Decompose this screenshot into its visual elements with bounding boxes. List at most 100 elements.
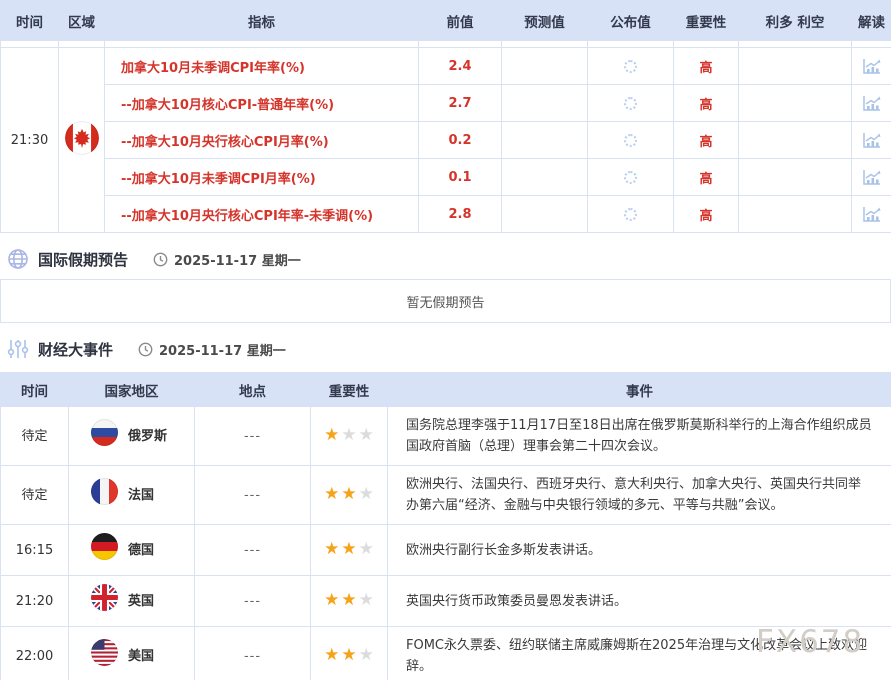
indicator-cell[interactable]: --加拿大10月央行核心CPI月率(%) [105, 122, 419, 159]
column-header: 时间 [1, 373, 69, 407]
loading-spinner-icon [624, 97, 637, 110]
interpret-cell[interactable] [852, 196, 891, 233]
event-location: --- [195, 407, 311, 466]
indicator-name: --加拿大10月央行核心CPI月率(%) [121, 135, 329, 150]
holiday-section-title: 国际假期预告 [38, 249, 128, 270]
importance-stars: ★★★ [311, 627, 388, 680]
bull-bear-value [739, 48, 852, 85]
bull-bear-value [739, 159, 852, 196]
calendar-row: --加拿大10月央行核心CPI月率(%) 0.2 高 [1, 122, 891, 159]
event-time: 待定 [1, 466, 69, 525]
forecast-value [502, 196, 588, 233]
events-date: 2025-11-17 星期一 [138, 340, 286, 359]
importance-stars: ★★★ [311, 407, 388, 466]
event-time: 21:20 [1, 576, 69, 627]
calendar-row: --加拿大10月央行核心CPI年率-未季调(%) 2.8 高 [1, 196, 891, 233]
column-header: 区域 [59, 1, 105, 41]
fr-flag-icon [91, 478, 118, 505]
column-header: 事件 [388, 373, 891, 407]
previous-value: 0.2 [419, 122, 502, 159]
calendar-row: --加拿大10月核心CPI-普通年率(%) 2.7 高 [1, 85, 891, 122]
globe-icon [7, 248, 29, 270]
bull-bear-value [739, 122, 852, 159]
bull-bear-value [739, 196, 852, 233]
importance-stars: ★★★ [311, 576, 388, 627]
importance-star-icon: ★ [324, 645, 339, 665]
interpret-chart-icon[interactable] [862, 169, 882, 186]
event-row: 22:00 美国 --- ★★★ FOMC永久票委、纽约联储主席威廉姆斯在202… [1, 627, 891, 680]
interpret-cell[interactable] [852, 159, 891, 196]
importance-star-icon: ★ [341, 645, 356, 665]
forecast-value [502, 85, 588, 122]
release-time: 21:30 [1, 48, 59, 233]
clipped-row [1, 41, 891, 48]
de-flag-icon [91, 533, 118, 560]
indicator-name: 加拿大10月未季调CPI年率(%) [121, 61, 305, 76]
canada-flag-icon [65, 121, 99, 155]
importance-star-icon: ★ [341, 539, 356, 559]
holiday-date: 2025-11-17 星期一 [153, 250, 301, 269]
event-description: 国务院总理李强于11月17日至18日出席在俄罗斯莫斯科举行的上海合作组织成员国政… [388, 407, 891, 466]
importance-star-icon: ★ [324, 590, 339, 610]
event-row: 21:20 英国 --- ★★★ 英国央行货币政策委员曼恩发表讲话。 [1, 576, 891, 627]
importance-value: 高 [674, 122, 739, 159]
importance-value: 高 [674, 48, 739, 85]
country-name: 美国 [128, 646, 154, 667]
interpret-cell[interactable] [852, 85, 891, 122]
event-description: FOMC永久票委、纽约联储主席威廉姆斯在2025年治理与文化改革会议上致欢迎辞。 [388, 627, 891, 680]
event-location: --- [195, 525, 311, 576]
events-header-row: 时间国家地区地点重要性事件 [1, 373, 891, 407]
events-section-header: 财经大事件 2025-11-17 星期一 [0, 337, 891, 361]
holiday-section-header: 国际假期预告 2025-11-17 星期一 [0, 247, 891, 271]
event-country-cell: 俄罗斯 [69, 407, 195, 466]
country-name: 俄罗斯 [128, 426, 167, 447]
country-flag [91, 478, 118, 512]
event-description: 英国央行货币政策委员曼恩发表讲话。 [388, 576, 891, 627]
importance-value: 高 [674, 159, 739, 196]
event-country-cell: 法国 [69, 466, 195, 525]
interpret-cell[interactable] [852, 48, 891, 85]
indicator-name: --加拿大10月央行核心CPI年率-未季调(%) [121, 209, 373, 224]
event-time: 22:00 [1, 627, 69, 680]
column-header: 预测值 [502, 1, 588, 41]
column-header: 前值 [419, 1, 502, 41]
column-header: 指标 [105, 1, 419, 41]
importance-star-icon: ★ [359, 590, 374, 610]
importance-star-icon: ★ [324, 539, 339, 559]
forecast-value [502, 48, 588, 85]
forecast-value [502, 159, 588, 196]
event-row: 待定 法国 --- ★★★ 欧洲央行、法国央行、西班牙央行、意大利央行、加拿大央… [1, 466, 891, 525]
interpret-cell[interactable] [852, 122, 891, 159]
importance-star-icon: ★ [341, 484, 356, 504]
event-location: --- [195, 576, 311, 627]
loading-spinner-icon [624, 208, 637, 221]
country-name: 英国 [128, 591, 154, 612]
indicator-cell[interactable]: --加拿大10月未季调CPI月率(%) [105, 159, 419, 196]
clock-icon [153, 252, 168, 267]
indicator-cell[interactable]: --加拿大10月央行核心CPI年率-未季调(%) [105, 196, 419, 233]
interpret-chart-icon[interactable] [862, 132, 882, 149]
region-cell [59, 48, 105, 233]
indicator-cell[interactable]: 加拿大10月未季调CPI年率(%) [105, 48, 419, 85]
country-flag [91, 584, 118, 618]
event-description: 欧洲央行副行长金多斯发表讲话。 [388, 525, 891, 576]
us-flag-icon [91, 639, 118, 666]
previous-value: 2.8 [419, 196, 502, 233]
country-name: 法国 [128, 485, 154, 506]
column-header: 利多 利空 [739, 1, 852, 41]
published-value [588, 122, 674, 159]
column-header: 时间 [1, 1, 59, 41]
column-header: 地点 [195, 373, 311, 407]
indicator-name: --加拿大10月核心CPI-普通年率(%) [121, 98, 334, 113]
event-location: --- [195, 466, 311, 525]
indicator-cell[interactable]: --加拿大10月核心CPI-普通年率(%) [105, 85, 419, 122]
importance-star-icon: ★ [359, 484, 374, 504]
published-value [588, 159, 674, 196]
economic-data-table: 时间区域指标前值预测值公布值重要性利多 利空解读 21:30 加拿大10月未季调… [0, 0, 891, 233]
interpret-chart-icon[interactable] [862, 58, 882, 75]
interpret-chart-icon[interactable] [862, 95, 882, 112]
event-country-cell: 德国 [69, 525, 195, 576]
event-country-cell: 英国 [69, 576, 195, 627]
interpret-chart-icon[interactable] [862, 206, 882, 223]
economic-calendar-page: 时间区域指标前值预测值公布值重要性利多 利空解读 21:30 加拿大10月未季调… [0, 0, 891, 680]
